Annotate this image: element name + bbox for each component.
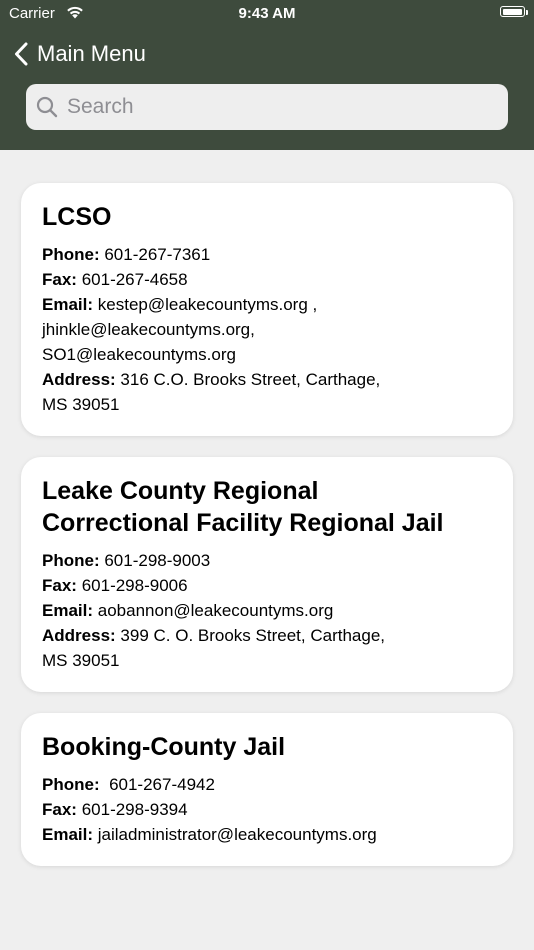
email-value[interactable]: aobannon@leakecountyms.org [98, 601, 334, 620]
navigation-header: Carrier 9:43 AM Main Menu [0, 0, 534, 150]
status-bar: Carrier 9:43 AM [0, 0, 534, 28]
contact-name-line: Leake County Regional [42, 477, 319, 505]
contact-address: Address: 316 C.O. Brooks Street, Carthag… [42, 367, 493, 392]
email-label: Email: [42, 601, 94, 620]
email-label: Email: [42, 825, 94, 844]
address-value: 399 C. O. Brooks Street, Carthage, [120, 626, 385, 645]
phone-value[interactable]: 601-267-7361 [104, 245, 210, 264]
fax-value: 601-298-9394 [81, 800, 188, 819]
fax-label: Fax: [42, 576, 77, 595]
fax-value: 601-267-4658 [81, 270, 188, 289]
phone-label: Phone: [42, 245, 100, 264]
contact-card-booking-jail[interactable]: Booking-County Jail Phone: 601-267-4942 … [21, 713, 513, 866]
contact-fax: Fax: 601-298-9394 [42, 797, 493, 822]
address-value: 316 C.O. Brooks Street, Carthage, [120, 370, 381, 389]
back-button-label: Main Menu [37, 41, 146, 66]
search-bar[interactable] [26, 84, 508, 130]
email-value[interactable]: jailadministrator@leakecountyms.org [98, 825, 377, 844]
email-value[interactable]: kestep@leakecountyms.org , [98, 295, 317, 314]
contact-phone: Phone: 601-267-7361 [42, 242, 493, 267]
phone-value[interactable]: 601-298-9003 [104, 551, 210, 570]
fax-label: Fax: [42, 800, 77, 819]
phone-label: Phone: [42, 551, 100, 570]
email-value[interactable]: SO1@leakecountyms.org [42, 342, 493, 367]
contact-card-lcso[interactable]: LCSO Phone: 601-267-7361 Fax: 601-267-46… [21, 183, 513, 436]
address-value: MS 39051 [42, 651, 120, 670]
back-button[interactable]: Main Menu [14, 38, 146, 70]
search-input[interactable] [65, 94, 489, 120]
address-label: Address: [42, 626, 116, 645]
chevron-left-icon [15, 42, 28, 66]
address-value: MS 39051 [42, 395, 120, 414]
contact-phone: Phone: 601-267-4942 [42, 772, 493, 797]
contact-card-regional-jail[interactable]: Leake County Regional Correctional Facil… [21, 457, 513, 692]
contact-fax: Fax: 601-267-4658 [42, 267, 493, 292]
contact-fax: Fax: 601-298-9006 [42, 573, 493, 598]
contact-phone: Phone: 601-298-9003 [42, 548, 493, 573]
phone-value[interactable]: 601-267-4942 [104, 775, 215, 794]
address-label: Address: [42, 370, 116, 389]
contact-email: Email: aobannon@leakecountyms.org [42, 598, 493, 623]
search-icon [36, 96, 58, 118]
fax-label: Fax: [42, 270, 77, 289]
contact-name: LCSO [42, 203, 112, 231]
phone-label: Phone: [42, 775, 100, 794]
contact-name-line: Correctional Facility Regional Jail [42, 509, 444, 537]
email-label: Email: [42, 295, 94, 314]
contact-email: Email: jailadministrator@leakecountyms.o… [42, 822, 493, 847]
contact-name: Leake County Regional Correctional Facil… [42, 475, 493, 539]
fax-value: 601-298-9006 [81, 576, 188, 595]
battery-icon [500, 6, 528, 17]
status-time: 9:43 AM [238, 5, 296, 22]
contact-email: Email: kestep@leakecountyms.org , [42, 292, 493, 317]
email-value[interactable]: jhinkle@leakecountyms.org, [42, 317, 493, 342]
contact-name: Booking-County Jail [42, 733, 286, 761]
contact-address: Address: 399 C. O. Brooks Street, Cartha… [42, 623, 493, 648]
